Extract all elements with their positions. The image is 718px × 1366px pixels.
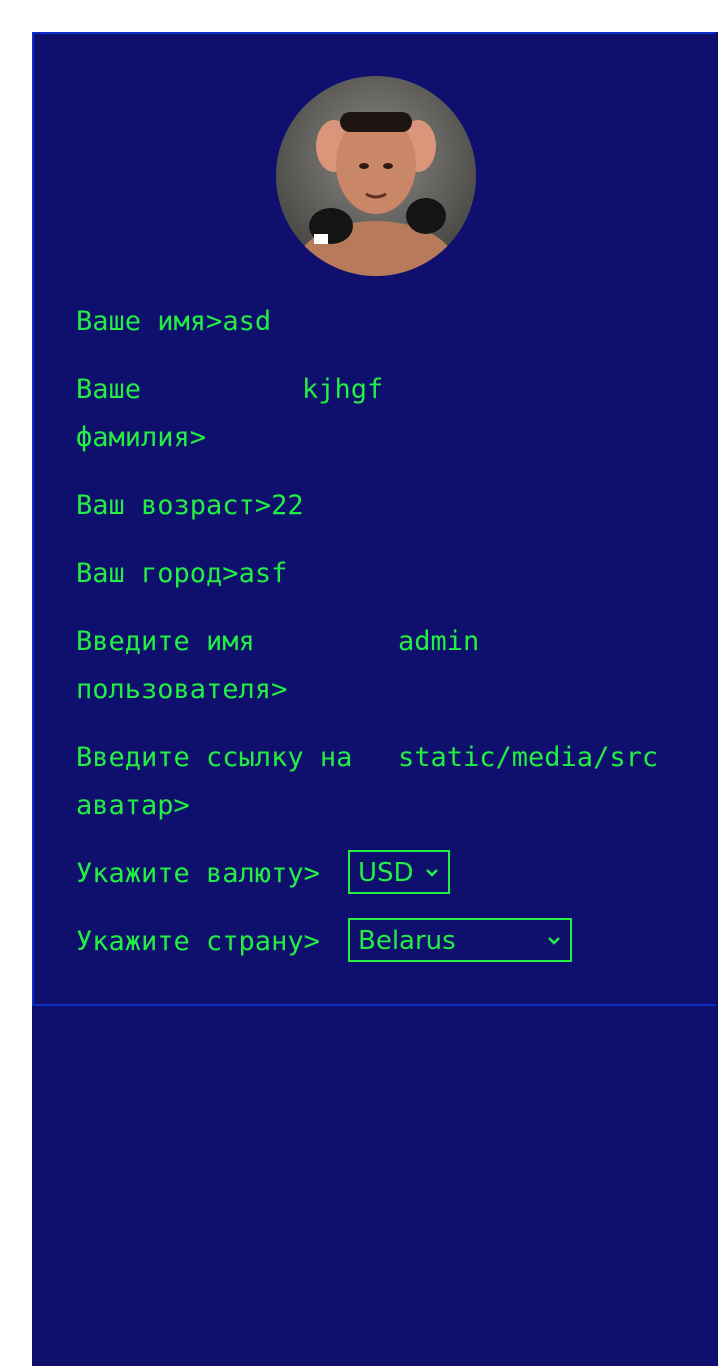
currency-select[interactable]: USD [348,850,450,894]
last-name-value[interactable]: kjhgf [302,366,662,414]
first-name-value[interactable]: asd [222,306,271,337]
currency-row: Укажите валюту> USD [76,850,676,898]
city-value[interactable]: asf [239,558,288,589]
page-background: Ваше имя>asd Ваше фамилия> kjhgf Ваш воз… [32,32,718,1366]
avatar-image [276,76,476,276]
currency-select-value: USD [358,858,414,888]
currency-label: Укажите валюту> [76,858,320,889]
country-select-value: Belarus [358,926,456,956]
avatar [276,76,476,276]
avatar-link-label: Введите ссылку на аватар> [76,742,353,821]
first-name-row: Ваше имя>asd [76,298,676,346]
chevron-down-icon [426,869,438,877]
country-label: Укажите страну> [76,926,320,957]
avatar-link-row: Введите ссылку на аватар> static/media/s… [76,734,676,830]
city-label: Ваш город> [76,558,239,589]
age-value[interactable]: 22 [271,490,304,521]
profile-card: Ваше имя>asd Ваше фамилия> kjhgf Ваш воз… [32,32,716,1006]
username-label: Введите имя пользователя> [76,626,288,705]
username-row: Введите имя пользователя> admin [76,618,676,714]
username-value[interactable]: admin [398,618,668,666]
first-name-label: Ваше имя> [76,306,223,337]
country-row: Укажите страну> Belarus [76,918,676,966]
chevron-down-icon [548,937,560,945]
age-label: Ваш возраст> [76,490,272,521]
avatar-link-value[interactable]: static/media/src [398,734,674,782]
age-row: Ваш возраст>22 [76,482,676,530]
country-select[interactable]: Belarus [348,918,572,962]
city-row: Ваш город>asf [76,550,676,598]
last-name-label: Ваше фамилия> [76,374,207,453]
last-name-row: Ваше фамилия> kjhgf [76,366,676,462]
